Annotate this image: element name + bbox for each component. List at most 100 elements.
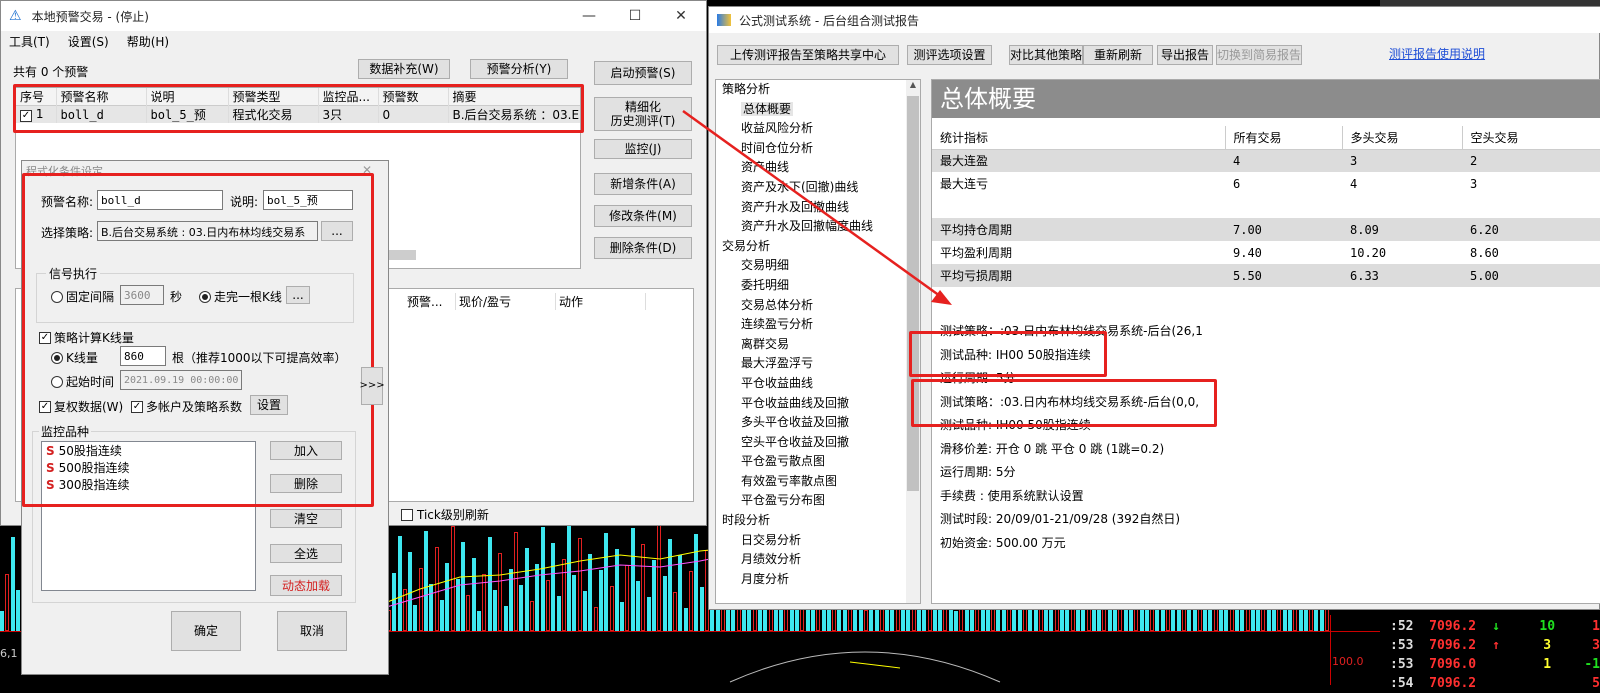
after-bar-radio-icon[interactable] [199, 290, 211, 303]
interval-field[interactable] [120, 285, 164, 305]
toolbar-button-1[interactable]: 测评选项设置 [907, 45, 992, 65]
clear-products-button[interactable]: 清空 [270, 509, 342, 528]
menu-item-2[interactable]: 帮助(H) [127, 33, 169, 53]
column-header-4[interactable]: 监控品... [318, 88, 379, 106]
after-bar-radio[interactable]: 走完一根K线 [199, 288, 282, 305]
tree-section-3[interactable]: 时段分析 [722, 511, 920, 531]
tree-item[interactable]: 月度分析 [722, 570, 920, 590]
tree-item[interactable]: 离群交易 [722, 335, 920, 355]
toolbar-button-4[interactable]: 导出报告 [1157, 45, 1213, 65]
tree-item[interactable]: 交易总体分析 [722, 296, 920, 316]
select-all-button[interactable]: 全选 [270, 544, 342, 563]
tree-item[interactable]: 交易明细 [722, 256, 920, 276]
start-alert-button[interactable]: 启动预警(S) [594, 61, 692, 85]
tree-item[interactable]: 平仓收益曲线及回撤 [722, 394, 920, 414]
toolbar-button-3[interactable]: 重新刷新 [1083, 45, 1153, 65]
calc-k-checkbox[interactable]: ✓ 策略计算K线量 [39, 329, 134, 346]
tree-item[interactable]: 资产及水下(回撤)曲线 [722, 178, 920, 198]
add-product-button[interactable]: 加入 [270, 441, 342, 460]
restore-rights-checkbox[interactable]: ✓ 复权数据(W) [39, 398, 123, 415]
tree-scroll-up-icon[interactable]: ▲ [906, 80, 920, 94]
start-time-radio[interactable]: 起始时间 [51, 373, 114, 390]
tree-item[interactable]: 委托明细 [722, 276, 920, 296]
fixed-interval-radio-icon[interactable] [51, 290, 63, 303]
add-condition-button[interactable]: 新增条件(A) [594, 173, 692, 195]
tree-item[interactable]: 资产升水及回撤幅度曲线 [722, 217, 920, 237]
column-header-5[interactable]: 预警数 [378, 88, 449, 106]
tree-item[interactable]: 有效盈亏率散点图 [722, 472, 920, 492]
strategy-browse-button[interactable]: ... [321, 221, 353, 241]
dynamic-load-button[interactable]: 动态加载 [270, 575, 342, 596]
tree-item[interactable]: 资产升水及回撤曲线 [722, 198, 920, 218]
start-time-field[interactable] [120, 370, 242, 390]
strategy-field[interactable]: B.后台交易系统 : 03.日内布林均线交易系 [97, 221, 318, 241]
tree-item[interactable]: 总体概要 [722, 100, 920, 120]
k-count-radio[interactable]: K线量 [51, 349, 98, 366]
fine-backtest-button[interactable]: 精细化 历史测评(T) [594, 97, 692, 131]
delete-condition-button[interactable]: 删除条件(D) [594, 237, 692, 259]
alert-analysis-button[interactable]: 预警分析(Y) [470, 59, 568, 79]
tree-item[interactable]: 平仓盈亏散点图 [722, 452, 920, 472]
expand-button[interactable]: >>> [359, 367, 385, 405]
list-item[interactable]: S 500股指连续 [42, 459, 255, 476]
lower-column-header-1[interactable]: 现价/盈亏 [456, 293, 556, 310]
toolbar-button-5[interactable]: 切换到简易报告 [1216, 45, 1302, 65]
column-header-0[interactable]: 序号 [16, 88, 57, 106]
tree-section-1[interactable]: 策略分析 [722, 80, 920, 100]
menu-item-0[interactable]: 工具(T) [9, 33, 50, 53]
tick-refresh-checkbox[interactable]: Tick级别刷新 [401, 506, 489, 523]
column-header-3[interactable]: 预警类型 [228, 88, 319, 106]
tree-item[interactable]: 连续盈亏分析 [722, 315, 920, 335]
after-bar-browse-button[interactable]: ... [286, 286, 310, 304]
list-item[interactable]: S 300股指连续 [42, 476, 255, 493]
tree-item[interactable]: 月绩效分析 [722, 550, 920, 570]
stats-header-1[interactable]: 所有交易 [1225, 126, 1343, 149]
modify-condition-button[interactable]: 修改条件(M) [594, 205, 692, 227]
alert-name-field[interactable] [97, 190, 223, 210]
help-link[interactable]: 测评报告使用说明 [1389, 45, 1485, 62]
column-header-6[interactable]: 摘要 [448, 88, 580, 106]
dialog-close-icon[interactable]: ✕ [362, 163, 372, 177]
tree-item[interactable]: 收益风险分析 [722, 119, 920, 139]
delete-product-button[interactable]: 删除 [270, 474, 342, 493]
k-count-field[interactable] [120, 346, 166, 366]
settings-button[interactable]: 设置 [250, 395, 288, 415]
lower-column-header-2[interactable]: 动作 [556, 293, 646, 310]
tick-refresh-box[interactable] [401, 508, 413, 521]
desc-field[interactable] [263, 190, 353, 210]
tree-item[interactable]: 平仓收益曲线 [722, 374, 920, 394]
row-checkbox[interactable]: ✓ [20, 110, 32, 122]
column-header-2[interactable]: 说明 [146, 88, 229, 106]
monitor-button[interactable]: 监控(J) [594, 139, 692, 159]
row-index-cell[interactable]: ✓ 1 [16, 105, 57, 123]
tree-section-2[interactable]: 交易分析 [722, 237, 920, 257]
maximize-icon[interactable]: ☐ [612, 1, 658, 31]
cancel-button[interactable]: 取消 [277, 611, 347, 651]
start-time-radio-icon[interactable] [51, 375, 63, 388]
tree-item[interactable]: 空头平仓收益及回撤 [722, 433, 920, 453]
tree-item[interactable]: 多头平仓收益及回撤 [722, 413, 920, 433]
multi-account-check-icon[interactable]: ✓ [131, 400, 143, 413]
ok-button[interactable]: 确定 [171, 611, 241, 651]
stats-header-3[interactable]: 空头交易 [1462, 126, 1600, 149]
minimize-icon[interactable]: — [566, 1, 612, 31]
tree-scroll-thumb[interactable] [907, 96, 919, 491]
fixed-interval-radio[interactable]: 固定间隔 [51, 288, 114, 305]
menu-item-1[interactable]: 设置(S) [68, 33, 109, 53]
toolbar-button-2[interactable]: 对比其他策略 [1009, 45, 1083, 65]
restore-rights-check-icon[interactable]: ✓ [39, 400, 51, 413]
table-row[interactable]: ✓ 1 boll_d bol_5_预 程式化交易 3只 0 B.后台交易系统 ：… [16, 105, 580, 123]
list-item[interactable]: S 50股指连续 [42, 442, 255, 459]
column-header-1[interactable]: 预警名称 [56, 88, 147, 106]
tree-item[interactable]: 平仓盈亏分布图 [722, 491, 920, 511]
multi-account-checkbox[interactable]: ✓ 多帐户及策略系数 [131, 398, 242, 415]
data-fill-button[interactable]: 数据补充(W) [358, 59, 450, 79]
tree-item[interactable]: 资产曲线 [722, 158, 920, 178]
tree-item-selected[interactable]: 总体概要 [741, 101, 794, 116]
toolbar-button-0[interactable]: 上传测评报告至策略共享中心 [717, 45, 899, 65]
k-count-radio-icon[interactable] [51, 351, 63, 364]
close-icon[interactable]: ✕ [658, 1, 704, 31]
product-list[interactable]: S 50股指连续 S 500股指连续 S 300股指连续 [41, 441, 256, 591]
tree-scrollbar[interactable]: ▲ [906, 80, 920, 603]
tree-item[interactable]: 日交易分析 [722, 531, 920, 551]
